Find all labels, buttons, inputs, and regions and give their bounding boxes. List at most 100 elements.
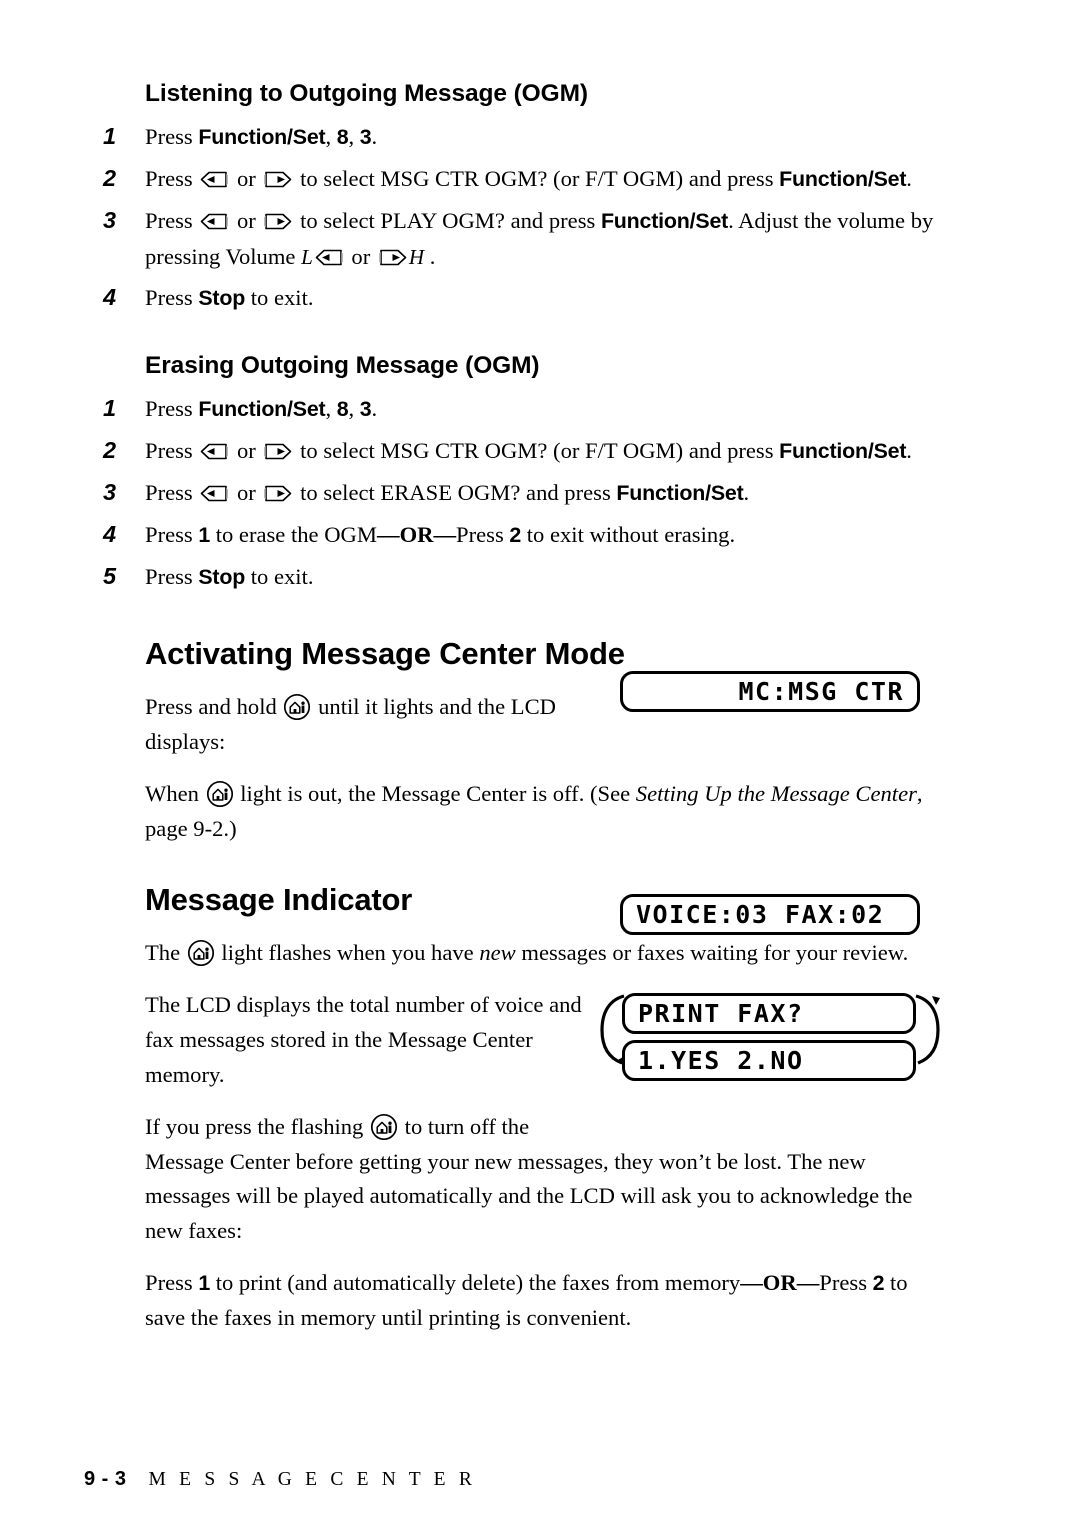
text-press2: Press: [819, 1270, 873, 1296]
key-2: 2: [872, 1271, 885, 1296]
text-the: The: [145, 939, 186, 965]
key-8: 8: [336, 125, 349, 150]
message-center-button-icon: [370, 1113, 398, 1141]
step-number: 1: [103, 123, 117, 150]
text-period: .: [743, 479, 750, 505]
lcd-line-print-fax: PRINT FAX?: [622, 993, 916, 1034]
steps-listening-ogm: 1 Press Function/Set, 8, 3. 2 Press or t…: [103, 119, 948, 316]
lcd-line-yes-no: 1.YES 2.NO: [622, 1040, 916, 1081]
text-select-eraseogm: to select ERASE OGM? and press: [294, 479, 617, 505]
key-function-set: Function/Set: [600, 208, 729, 233]
key-1: 1: [198, 522, 211, 547]
key-8: 8: [336, 397, 349, 422]
step-text: Press or to select MSG CTR OGM? (or F/T …: [145, 438, 912, 463]
message-center-button-icon: [187, 939, 215, 967]
text-press: Press: [145, 438, 199, 464]
paragraph-light-flashes: The light flashes when you have new mess…: [103, 936, 948, 971]
message-center-button-icon: [283, 693, 311, 721]
key-3: 3: [359, 125, 372, 150]
text-print-delete: to print (and automatically delete) the …: [210, 1270, 741, 1296]
reference-setting-up-message-center: Setting Up the Message Center: [635, 781, 917, 807]
page-footer: 9 - 3 M E S S A G E C E N T E R: [84, 1468, 476, 1491]
text-press-and-hold: Press and hold: [145, 693, 283, 719]
text-select-msgctr: to select MSG CTR OGM? (or F/T OGM) and …: [294, 165, 780, 191]
text-period: .: [371, 124, 378, 150]
step-item: 2 Press or to select MSG CTR OGM? (or F/…: [103, 161, 948, 197]
step-text: Press Function/Set, 8, 3.: [145, 124, 377, 149]
right-arrow-key-icon: [378, 249, 407, 266]
text-press: Press: [145, 1270, 199, 1296]
text-erase-ogm: to erase the OGM: [210, 521, 377, 547]
paragraph-flashing-turn-off: If you press the flashing to turn off th…: [103, 1110, 948, 1248]
text-or-emphasis: —OR—: [376, 521, 457, 547]
step-text: Press 1 to erase the OGM—OR—Press 2 to e…: [145, 522, 735, 547]
chapter-name: M E S S A G E C E N T E R: [148, 1469, 477, 1490]
text-press: Press: [145, 285, 199, 311]
step-number: 4: [103, 520, 117, 547]
heading-activating-message-center-mode: Activating Message Center Mode: [145, 636, 625, 672]
text-press: Press: [145, 563, 199, 589]
text-messages-waiting: messages or faxes waiting for your revie…: [515, 939, 909, 965]
text-press: Press: [145, 521, 199, 547]
text-light-flashes: light flashes when you have: [215, 939, 480, 965]
text-select-msgctr: to select MSG CTR OGM? (or F/T OGM) and …: [294, 438, 780, 464]
left-arrow-key-icon: [200, 171, 229, 188]
right-arrow-key-icon: [263, 443, 292, 460]
step-text: Press Stop to exit.: [145, 285, 314, 310]
step-text: Press Function/Set, 8, 3.: [145, 396, 377, 421]
text-comma: ,: [325, 124, 337, 150]
text-press: Press: [145, 165, 199, 191]
step-text: Press or to select PLAY OGM? and press F…: [145, 208, 933, 269]
text-press: Press: [145, 207, 199, 233]
step-item: 3 Press or to select PLAY OGM? and press…: [103, 203, 948, 275]
step-number: 4: [103, 284, 117, 311]
left-arrow-key-icon: [315, 249, 344, 266]
left-arrow-key-icon: [200, 443, 229, 460]
text-select-playogm: to select PLAY OGM? and press: [294, 207, 601, 233]
text-period: .: [906, 165, 912, 191]
right-arrow-key-icon: [263, 213, 292, 230]
step-number: 3: [103, 206, 117, 233]
volume-low-label: L: [301, 244, 313, 269]
steps-erasing-ogm: 1 Press Function/Set, 8, 3. 2 Press or t…: [103, 391, 948, 594]
text-lcd-total: The LCD displays the total number of voi…: [145, 992, 582, 1087]
right-arrow-key-icon: [263, 485, 292, 502]
text-or-emphasis: —OR—: [740, 1270, 820, 1296]
step-number: 2: [103, 437, 117, 464]
key-function-set: Function/Set: [779, 166, 907, 191]
text-exit: to exit.: [245, 563, 314, 589]
key-function-set: Function/Set: [198, 397, 326, 422]
text-or: or: [231, 479, 262, 505]
cycle-arrow-icon: [594, 991, 630, 1069]
cycle-arrow-icon: [910, 991, 946, 1069]
text-period: .: [906, 438, 912, 464]
key-stop: Stop: [198, 564, 246, 589]
step-item: 1 Press Function/Set, 8, 3.: [103, 391, 948, 427]
text-period: .: [371, 396, 378, 422]
key-1: 1: [198, 1271, 211, 1296]
lcd-display-print-fax-prompt: PRINT FAX? 1.YES 2.NO: [600, 993, 940, 1081]
right-arrow-key-icon: [263, 171, 292, 188]
step-item: 5 Press Stop to exit.: [103, 559, 948, 595]
key-2: 2: [509, 522, 522, 547]
text-press: Press: [145, 396, 199, 422]
text-comma2: ,: [348, 124, 360, 150]
key-stop: Stop: [198, 286, 246, 311]
heading-erasing-ogm: Erasing Outgoing Message (OGM): [145, 352, 540, 380]
step-number: 1: [103, 395, 117, 422]
step-number: 3: [103, 478, 117, 505]
volume-high-label: H: [408, 244, 425, 269]
text-or: or: [231, 438, 262, 464]
step-text: Press or to select MSG CTR OGM? (or F/T …: [145, 166, 912, 191]
message-center-button-icon: [206, 780, 234, 808]
lcd-display-voice-fax-counts: VOICE:03 FAX:02: [620, 894, 920, 935]
text-or: or: [231, 207, 262, 233]
text-press2: Press: [456, 521, 510, 547]
